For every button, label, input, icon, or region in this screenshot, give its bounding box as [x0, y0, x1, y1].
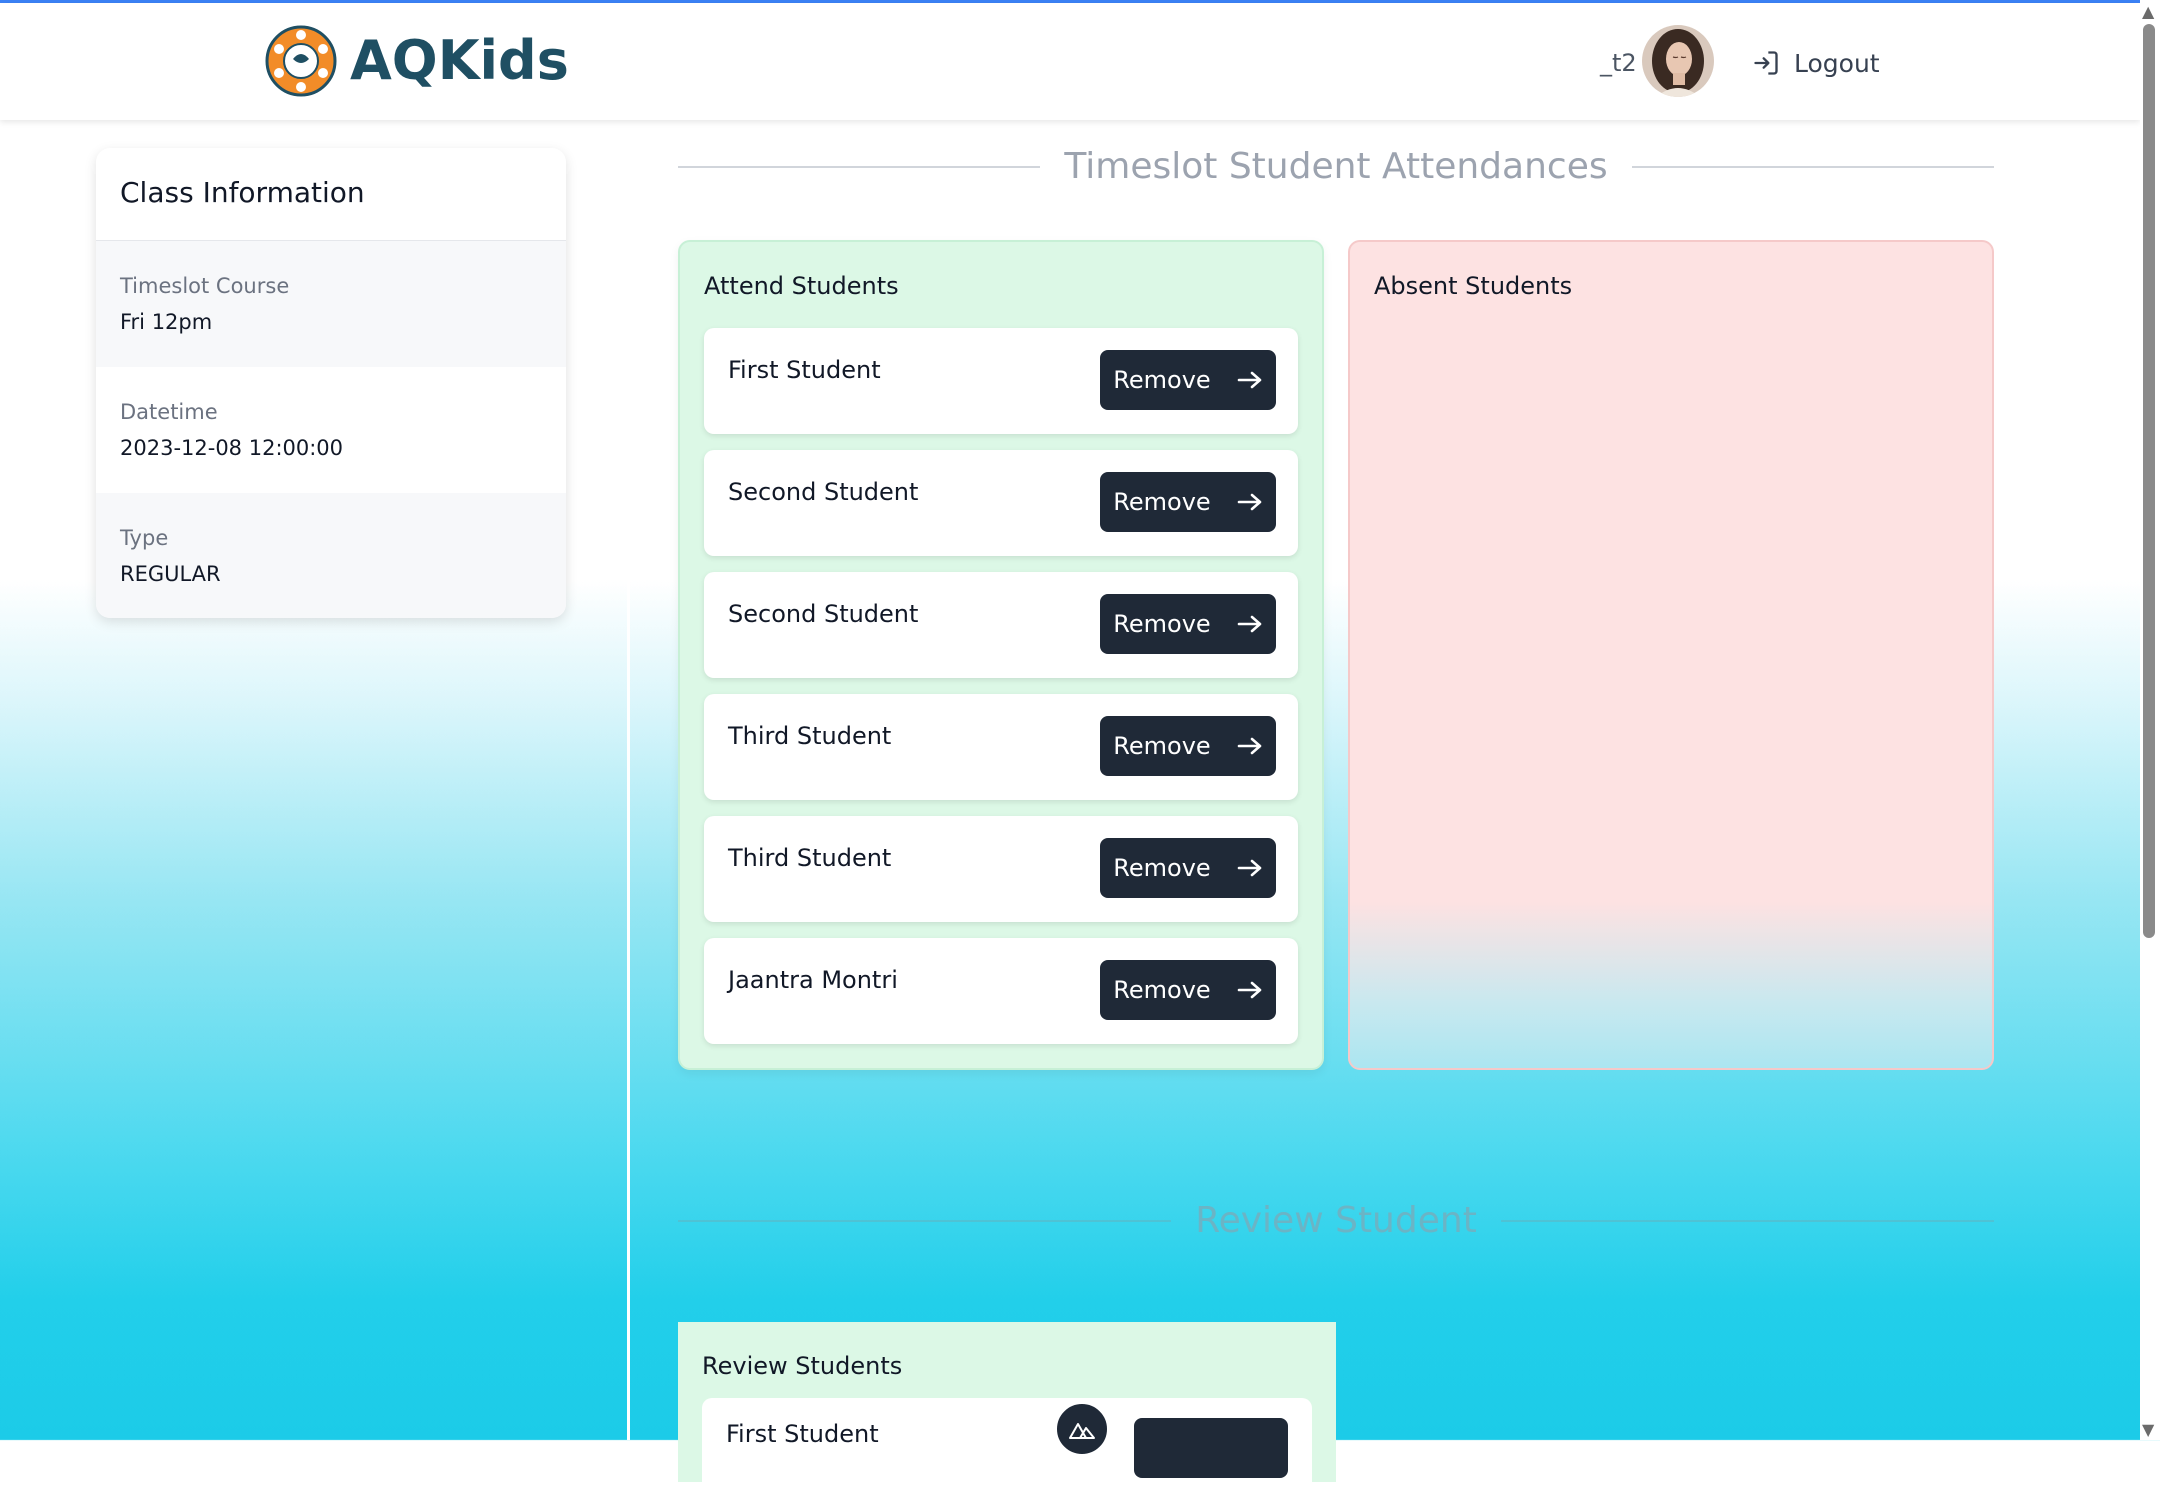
- aqua-kids-logo[interactable]: [265, 25, 337, 97]
- attend-students-heading: Attend Students: [704, 272, 899, 300]
- student-name: Second Student: [728, 478, 919, 506]
- remove-label: Remove: [1113, 976, 1211, 1004]
- remove-button[interactable]: Remove: [1100, 960, 1276, 1020]
- logout-label: Logout: [1794, 48, 1880, 78]
- type-row: Type REGULAR: [96, 493, 566, 618]
- arrow-right-icon: [1237, 737, 1262, 755]
- divider-line: [1631, 165, 1994, 168]
- remove-button[interactable]: Remove: [1100, 472, 1276, 532]
- info-label: Timeslot Course: [120, 274, 290, 298]
- nuxt-logo-icon: [1069, 1423, 1095, 1439]
- divider-line: [1500, 1219, 1995, 1222]
- arrow-right-icon: [1237, 981, 1262, 999]
- remove-button[interactable]: Remove: [1100, 716, 1276, 776]
- timeslot-course-row: Timeslot Course Fri 12pm: [96, 241, 566, 367]
- absent-students-panel: Absent Students: [1348, 240, 1994, 1070]
- info-label: Datetime: [120, 400, 218, 424]
- absent-students-heading: Absent Students: [1374, 272, 1573, 300]
- class-information-title: Class Information: [96, 148, 566, 241]
- review-student-card: First Student: [702, 1398, 1312, 1498]
- datetime-row: Datetime 2023-12-08 12:00:00: [96, 367, 566, 493]
- review-action-button[interactable]: [1134, 1418, 1288, 1478]
- remove-label: Remove: [1113, 366, 1211, 394]
- review-section-title: Review Student: [678, 1200, 1995, 1241]
- brand-name[interactable]: AQKids: [350, 29, 569, 93]
- arrow-right-icon: [1237, 371, 1262, 389]
- divider-line: [678, 1219, 1172, 1222]
- logout-icon: [1754, 51, 1778, 75]
- review-students-heading: Review Students: [702, 1352, 903, 1380]
- student-name: First Student: [728, 356, 881, 384]
- remove-button[interactable]: Remove: [1100, 350, 1276, 410]
- logout-button[interactable]: Logout: [1752, 47, 1880, 79]
- remove-label: Remove: [1113, 732, 1211, 760]
- student-card: Second Student Remove: [704, 572, 1298, 678]
- remove-label: Remove: [1113, 610, 1211, 638]
- info-label: Type: [120, 526, 169, 550]
- nuxt-devtools-button[interactable]: [1055, 1402, 1109, 1456]
- vertical-divider: [627, 143, 630, 1440]
- remove-button[interactable]: Remove: [1100, 838, 1276, 898]
- user-avatar[interactable]: [1642, 25, 1714, 97]
- class-information-card: Class Information Timeslot Course Fri 12…: [96, 148, 566, 618]
- attendance-section-title: Timeslot Student Attendances: [678, 146, 1994, 187]
- student-card: Third Student Remove: [704, 694, 1298, 800]
- student-name: Jaantra Montri: [728, 966, 898, 994]
- divider-line: [678, 165, 1041, 168]
- student-name: Third Student: [728, 722, 892, 750]
- student-name: First Student: [726, 1420, 879, 1448]
- remove-label: Remove: [1113, 854, 1211, 882]
- scroll-down-icon[interactable]: ▼: [2142, 1420, 2154, 1439]
- student-card: Jaantra Montri Remove: [704, 938, 1298, 1044]
- arrow-right-icon: [1237, 493, 1262, 511]
- arrow-right-icon: [1237, 615, 1262, 633]
- avatar-photo-icon: [1642, 25, 1714, 97]
- attend-students-panel: Attend Students First Student Remove Sec…: [678, 240, 1324, 1070]
- student-card: First Student Remove: [704, 328, 1298, 434]
- info-value: REGULAR: [120, 562, 221, 586]
- scroll-up-icon[interactable]: ▲: [2142, 2, 2154, 21]
- attendance-title: Timeslot Student Attendances: [1064, 146, 1608, 187]
- student-name: Second Student: [728, 600, 919, 628]
- app-header: AQKids _t2 Logout: [0, 3, 2140, 120]
- info-value: 2023-12-08 12:00:00: [120, 436, 344, 460]
- student-card: Second Student Remove: [704, 450, 1298, 556]
- info-value: Fri 12pm: [120, 310, 213, 334]
- username-label: _t2: [1600, 49, 1637, 77]
- remove-label: Remove: [1113, 488, 1211, 516]
- arrow-right-icon: [1237, 859, 1262, 877]
- review-students-panel: Review Students First Student: [678, 1322, 1336, 1498]
- student-card: Third Student Remove: [704, 816, 1298, 922]
- remove-button[interactable]: Remove: [1100, 594, 1276, 654]
- review-title: Review Student: [1195, 1200, 1477, 1241]
- student-name: Third Student: [728, 844, 892, 872]
- scrollbar-thumb[interactable]: [2143, 24, 2155, 938]
